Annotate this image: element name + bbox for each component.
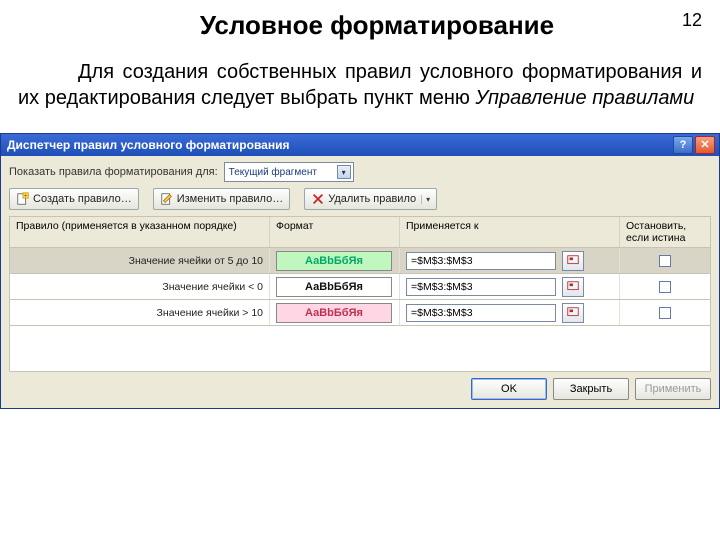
rule-format-cell: АаВbБбЯя [270, 300, 400, 325]
rules-empty-area [9, 326, 711, 372]
rule-format-cell: АаВbБбЯя [270, 248, 400, 273]
applies-cell [400, 300, 620, 325]
close-window-button[interactable]: ✕ [695, 136, 715, 154]
stop-cell [620, 274, 710, 299]
edit-rule-label: Изменить правило… [177, 193, 284, 205]
format-sample: АаВbБбЯя [276, 251, 392, 271]
applies-cell [400, 248, 620, 273]
page-title: Условное форматирование [18, 10, 676, 41]
body-em: Управление правилами [475, 87, 694, 109]
delete-rule-icon [311, 192, 325, 206]
stop-cell [620, 248, 710, 273]
rule-row[interactable]: Значение ячейки от 5 до 10 АаВbБбЯя [9, 248, 711, 274]
edit-rule-button[interactable]: Изменить правило… [153, 188, 291, 210]
delete-rule-label: Удалить правило [328, 193, 416, 205]
stop-checkbox[interactable] [659, 307, 671, 319]
delete-rule-button[interactable]: Удалить правило ▾ [304, 188, 437, 210]
range-picker-button[interactable] [562, 277, 584, 297]
range-picker-button[interactable] [562, 303, 584, 323]
titlebar: Диспетчер правил условного форматировани… [1, 134, 719, 156]
rules-header: Правило (применяется в указанном порядке… [9, 216, 711, 248]
rule-desc: Значение ячейки от 5 до 10 [10, 248, 270, 273]
col-applies: Применяется к [400, 217, 620, 247]
dialog-title: Диспетчер правил условного форматировани… [7, 138, 671, 152]
stop-checkbox[interactable] [659, 255, 671, 267]
apply-button[interactable]: Применить [635, 378, 711, 400]
scope-label: Показать правила форматирования для: [9, 166, 218, 178]
new-rule-button[interactable]: Создать правило… [9, 188, 139, 210]
applies-cell [400, 274, 620, 299]
stop-cell [620, 300, 710, 325]
page-paragraph: Для создания собственных правил условног… [18, 59, 702, 111]
range-picker-icon [566, 254, 580, 268]
new-rule-icon [16, 192, 30, 206]
applies-input[interactable] [406, 252, 556, 270]
page-number: 12 [682, 10, 702, 31]
col-rule: Правило (применяется в указанном порядке… [10, 217, 270, 247]
applies-input[interactable] [406, 304, 556, 322]
rule-desc: Значение ячейки < 0 [10, 274, 270, 299]
range-picker-icon [566, 280, 580, 294]
rule-desc: Значение ячейки > 10 [10, 300, 270, 325]
range-picker-button[interactable] [562, 251, 584, 271]
ok-button[interactable]: OK [471, 378, 547, 400]
chevron-down-icon: ▾ [337, 165, 351, 179]
applies-input[interactable] [406, 278, 556, 296]
rule-row[interactable]: Значение ячейки > 10 АаВbБбЯя [9, 300, 711, 326]
format-sample: АаВbБбЯя [276, 303, 392, 323]
rule-row[interactable]: Значение ячейки < 0 АаВbБбЯя [9, 274, 711, 300]
format-sample: АаВbБбЯя [276, 277, 392, 297]
scope-value: Текущий фрагмент [229, 167, 337, 178]
scope-dropdown[interactable]: Текущий фрагмент ▾ [224, 162, 354, 182]
rule-format-cell: АаВbБбЯя [270, 274, 400, 299]
new-rule-label: Создать правило… [33, 193, 132, 205]
help-button[interactable]: ? [673, 136, 693, 154]
col-stop: Остановить, если истина [620, 217, 710, 247]
col-format: Формат [270, 217, 400, 247]
close-button[interactable]: Закрыть [553, 378, 629, 400]
range-picker-icon [566, 306, 580, 320]
stop-checkbox[interactable] [659, 281, 671, 293]
dialog-conditional-formatting-manager: Диспетчер правил условного форматировани… [0, 133, 720, 409]
edit-rule-icon [160, 192, 174, 206]
chevron-down-icon: ▾ [421, 195, 430, 204]
